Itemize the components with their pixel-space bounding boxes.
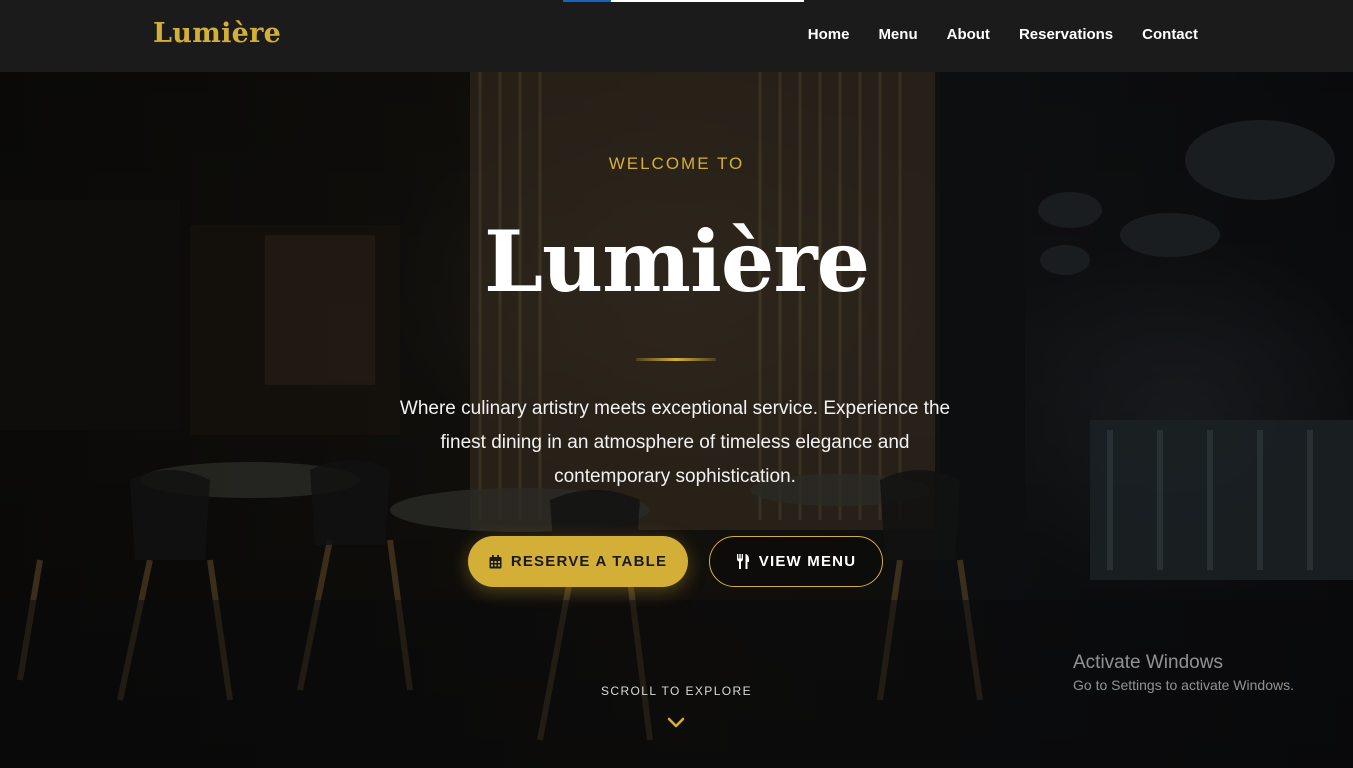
activation-title: Activate Windows (1073, 652, 1223, 673)
main-nav: Home Menu About Reservations Contact (808, 26, 1198, 43)
nav-link-reservations[interactable]: Reservations (1019, 26, 1113, 43)
page-load-progress-bar (563, 0, 804, 2)
windows-activation-watermark: Activate Windows Go to Settings to activ… (1073, 652, 1294, 693)
site-logo[interactable]: Lumière (153, 18, 281, 49)
hero-eyebrow: WELCOME TO (608, 154, 745, 173)
hero-title: Lumière (483, 212, 870, 311)
nav-link-menu[interactable]: Menu (878, 26, 917, 43)
reserve-table-label: RESERVE A TABLE (510, 553, 668, 570)
view-menu-button[interactable]: VIEW MENU (709, 536, 883, 587)
title-divider (636, 358, 716, 361)
activation-subtitle: Go to Settings to activate Windows. (1073, 677, 1294, 693)
nav-link-contact[interactable]: Contact (1142, 26, 1198, 43)
calendar-icon (489, 554, 502, 568)
utensils-icon (736, 554, 749, 569)
view-menu-label: VIEW MENU (758, 553, 857, 570)
hero-description: Where culinary artistry meets exceptiona… (399, 398, 951, 487)
nav-link-about[interactable]: About (947, 26, 990, 43)
reserve-table-button[interactable]: RESERVE A TABLE (468, 536, 688, 587)
page-load-progress-fill (563, 0, 612, 2)
top-navbar: Lumière Home Menu About Reservations Con… (0, 0, 1353, 72)
nav-link-home[interactable]: Home (808, 26, 850, 43)
chevron-down-icon[interactable] (667, 716, 685, 730)
